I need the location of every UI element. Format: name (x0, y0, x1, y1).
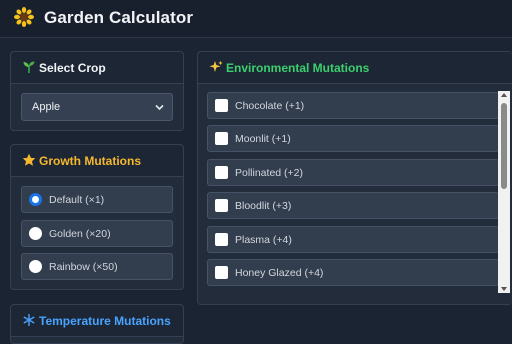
growth-option-golden[interactable]: Golden (×20) (21, 220, 173, 247)
crop-select-value: Apple (32, 101, 61, 113)
env-item-label: Bloodlit (+3) (235, 200, 292, 212)
select-crop-header: Select Crop (11, 52, 183, 84)
growth-option-default[interactable]: Default (×1) (21, 186, 173, 213)
growth-option-label: Default (×1) (49, 194, 105, 206)
checkbox-pollinated[interactable] (215, 166, 228, 179)
radio-rainbow[interactable] (29, 260, 42, 273)
scroll-up-icon[interactable] (501, 93, 507, 97)
checkbox-moonlit[interactable] (215, 132, 228, 145)
growth-option-rainbow[interactable]: Rainbow (×50) (21, 253, 173, 280)
env-item-label: Pollinated (+2) (235, 167, 303, 179)
app-title: Garden Calculator (44, 8, 194, 27)
radio-default[interactable] (29, 193, 42, 206)
checkbox-chocolate[interactable] (215, 99, 228, 112)
temperature-mutations-card: Temperature Mutations (10, 304, 184, 344)
env-scrollbar[interactable] (498, 91, 510, 293)
app-header: Garden Calculator (0, 0, 512, 38)
seedling-icon (23, 61, 35, 73)
env-item-label: Honey Glazed (+4) (235, 267, 324, 279)
star-icon (22, 153, 36, 166)
growth-mutations-header: Growth Mutations (11, 145, 183, 177)
checkbox-plasma[interactable] (215, 233, 228, 246)
growth-mutations-title: Growth Mutations (39, 154, 141, 168)
env-item-pollinated[interactable]: Pollinated (+2) (207, 159, 499, 186)
environmental-mutations-title: Environmental Mutations (226, 61, 370, 75)
checkbox-bloodlit[interactable] (215, 199, 228, 212)
sunflower-icon (14, 7, 34, 27)
env-item-honey-glazed[interactable]: Honey Glazed (+4) (207, 259, 499, 286)
env-item-moonlit[interactable]: Moonlit (+1) (207, 125, 499, 152)
radio-golden[interactable] (29, 227, 42, 240)
growth-mutations-card: Growth Mutations Default (×1) Golden (×2… (10, 144, 184, 290)
select-crop-card: Select Crop Apple (10, 51, 184, 131)
temperature-mutations-header: Temperature Mutations (11, 305, 183, 337)
crop-select[interactable]: Apple (21, 93, 173, 121)
env-item-label: Plasma (+4) (235, 234, 292, 246)
temperature-mutations-title: Temperature Mutations (39, 314, 171, 328)
env-item-label: Chocolate (+1) (235, 100, 305, 112)
env-item-plasma[interactable]: Plasma (+4) (207, 226, 499, 253)
growth-option-label: Rainbow (×50) (49, 261, 118, 273)
chevron-down-icon (155, 104, 164, 111)
env-item-bloodlit[interactable]: Bloodlit (+3) (207, 192, 499, 219)
scroll-down-icon[interactable] (501, 287, 507, 291)
select-crop-title: Select Crop (39, 61, 106, 75)
scrollbar-thumb[interactable] (501, 103, 507, 189)
env-item-chocolate[interactable]: Chocolate (+1) (207, 92, 499, 119)
snowflake-icon (23, 314, 35, 326)
checkbox-honey-glazed[interactable] (215, 266, 228, 279)
env-item-label: Moonlit (+1) (235, 133, 291, 145)
sparkles-icon (209, 60, 223, 72)
growth-option-label: Golden (×20) (49, 228, 111, 240)
environmental-mutations-header: Environmental Mutations (198, 52, 512, 84)
